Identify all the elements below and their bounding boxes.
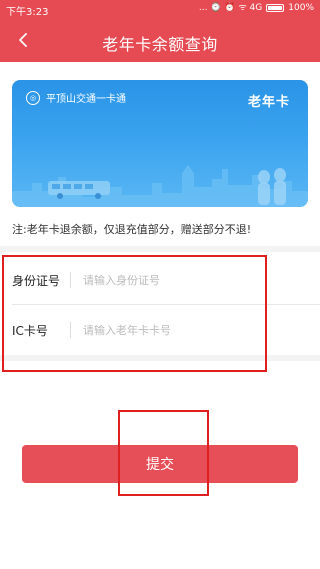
page-title: 老年卡余额查询 <box>102 35 218 54</box>
status-bar: 下午3:23 ... ⌚ ⏰ ᯤ 4G 100% <box>0 0 320 20</box>
header: 老年卡余额查询 <box>0 20 320 62</box>
ic-number-label: IC卡号 <box>12 323 48 338</box>
id-number-label: 身份证号 <box>12 273 61 288</box>
field-separator <box>70 272 71 288</box>
id-number-row: 身份证号 <box>0 255 320 305</box>
city-skyline-illustration <box>12 165 308 207</box>
section-divider <box>0 246 320 252</box>
battery-icon <box>266 4 285 12</box>
battery-level: 100% <box>288 3 314 13</box>
status-icons: ... ⌚ ⏰ ᯤ 4G <box>198 3 263 13</box>
field-separator <box>70 322 71 338</box>
status-time: 下午3:23 <box>6 7 49 18</box>
section-divider <box>0 355 320 361</box>
top-bar: 下午3:23 ... ⌚ ⏰ ᯤ 4G 100% 老年卡余额查询 <box>0 0 320 62</box>
id-number-input[interactable] <box>83 273 283 287</box>
ic-number-row: IC卡号 <box>0 305 320 355</box>
refund-notice: 注:老年卡退余额，仅退充值部分，赠送部分不退! <box>12 223 252 236</box>
elder-card-image: ◎ 平顶山交通一卡通 老年卡 <box>12 80 308 207</box>
card-issuer: ◎ 平顶山交通一卡通 <box>26 90 126 105</box>
ic-number-input[interactable] <box>83 323 283 337</box>
transit-logo-icon: ◎ <box>26 90 40 105</box>
submit-button[interactable]: 提交 <box>22 445 298 483</box>
submit-label: 提交 <box>146 457 174 473</box>
card-type-label: 老年卡 <box>247 95 290 110</box>
card-issuer-name: 平顶山交通一卡通 <box>46 94 126 105</box>
status-indicators: ... ⌚ ⏰ ᯤ 4G 100% <box>199 3 314 13</box>
